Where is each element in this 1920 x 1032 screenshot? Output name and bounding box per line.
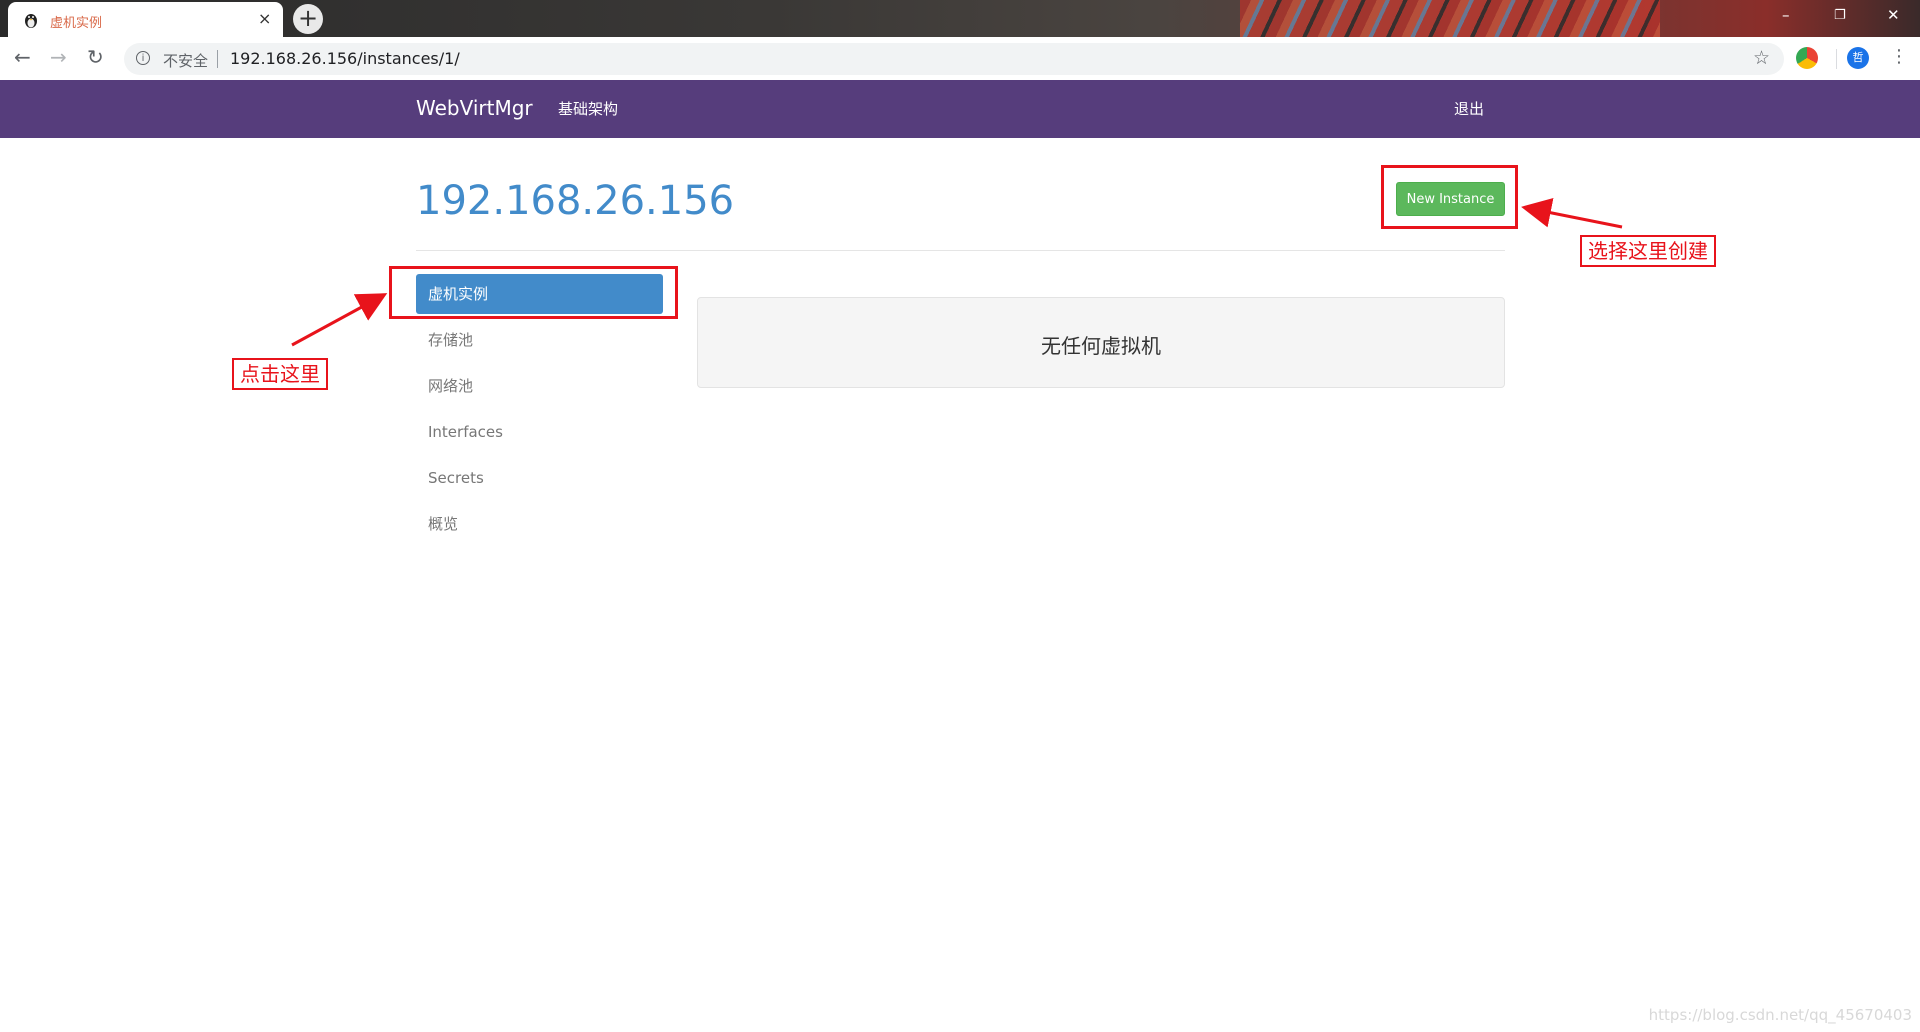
tab-title: 虚机实例 [50, 16, 103, 31]
title-divider [416, 250, 1505, 251]
empty-message: 无任何虚拟机 [1041, 334, 1161, 358]
annotation-box-instances [389, 266, 678, 319]
back-icon[interactable]: ← [14, 45, 31, 69]
sidebar-item-interfaces[interactable]: Interfaces [416, 412, 663, 452]
tab-close-icon[interactable]: × [258, 9, 271, 28]
annotation-label-choose-create: 选择这里创建 [1580, 235, 1716, 267]
menu-kebab-icon[interactable]: ⋮ [1890, 46, 1908, 67]
reload-icon[interactable]: ↻ [87, 45, 104, 69]
profile-avatar[interactable]: 哲 [1847, 47, 1869, 69]
empty-instances-panel: 无任何虚拟机 [697, 297, 1505, 388]
minimize-icon[interactable]: – [1782, 6, 1790, 24]
arrow-to-instances [291, 293, 388, 347]
sidebar-item-storage[interactable]: 存储池 [416, 320, 663, 360]
forward-icon[interactable]: → [50, 45, 67, 69]
brand-logo[interactable]: WebVirtMgr [416, 96, 533, 120]
toolbar-divider [1836, 49, 1837, 69]
watermark-text: https://blog.csdn.net/qq_45670403 [1648, 1006, 1912, 1024]
arrow-to-new-instance [1521, 197, 1623, 229]
bookmark-star-icon[interactable]: ☆ [1753, 47, 1770, 69]
new-tab-button[interactable]: + [293, 4, 323, 34]
page-title: 192.168.26.156 [416, 178, 735, 224]
browser-toolbar: ← → ↻ i 不安全 192.168.26.156/instances/1/ … [0, 37, 1920, 80]
address-bar[interactable]: i 不安全 192.168.26.156/instances/1/ ☆ [124, 43, 1784, 75]
sidebar-item-overview[interactable]: 概览 [416, 504, 663, 544]
tab-strip-background-art [1240, 0, 1660, 37]
sidebar-item-secrets[interactable]: Secrets [416, 458, 663, 498]
chrome-extension-icon[interactable] [1796, 47, 1818, 69]
nav-logout-link[interactable]: 退出 [1454, 98, 1484, 119]
sidebar-item-networks[interactable]: 网络池 [416, 366, 663, 406]
close-window-icon[interactable]: ✕ [1887, 6, 1900, 24]
app-navbar: WebVirtMgr 基础架构 退出 [0, 80, 1920, 138]
browser-tab[interactable]: 虚机实例 × [8, 2, 283, 37]
url-text[interactable]: 192.168.26.156/instances/1/ [230, 49, 460, 68]
address-separator [217, 50, 218, 68]
restore-icon[interactable]: ❐ [1834, 8, 1846, 23]
annotation-box-new-instance [1381, 165, 1518, 229]
annotation-label-click-here: 点击这里 [232, 358, 328, 390]
nav-infrastructure-link[interactable]: 基础架构 [558, 98, 618, 119]
penguin-favicon-icon [25, 14, 37, 28]
info-icon[interactable]: i [136, 51, 150, 65]
insecure-label: 不安全 [163, 52, 209, 70]
browser-tab-strip: 虚机实例 × + – ❐ ✕ [0, 0, 1920, 37]
annotation-arrows [291, 197, 1623, 347]
